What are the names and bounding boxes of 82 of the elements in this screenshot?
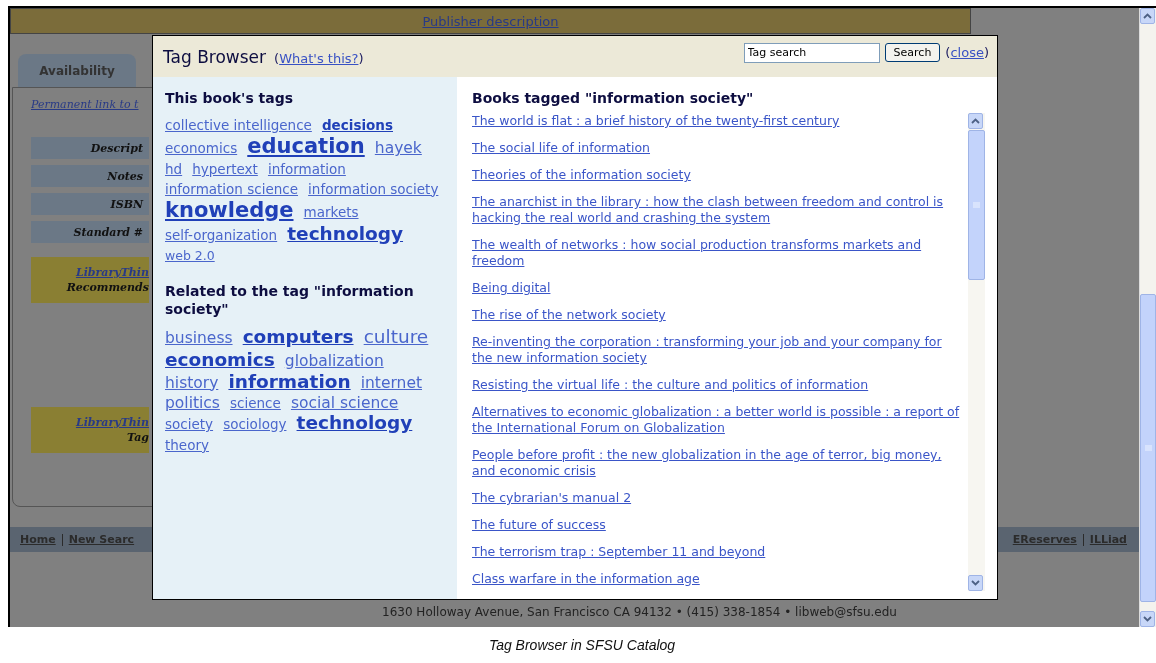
tag-link[interactable]: markets — [303, 203, 359, 220]
book-link[interactable]: The wealth of networks : how social production transforms markets and freedom — [472, 237, 960, 269]
tag-link[interactable]: decisions — [321, 117, 393, 133]
scroll-down-button[interactable] — [1140, 611, 1155, 627]
book-link[interactable]: Class warfare in the information age — [472, 571, 700, 587]
tag-link[interactable]: self-organization — [165, 226, 278, 243]
whats-this-link[interactable]: What's this? — [279, 50, 359, 66]
tag-link[interactable]: information — [228, 370, 351, 392]
tag-link[interactable]: hayek — [374, 139, 422, 158]
nav-link[interactable]: New Searc — [61, 533, 141, 546]
tag-link[interactable]: information — [267, 161, 346, 178]
book-link[interactable]: Being digital — [472, 280, 551, 296]
librarything-link[interactable]: LibraryThin — [75, 416, 149, 429]
librarything-link[interactable]: LibraryThin — [75, 266, 149, 279]
librarything-label: Tag — [127, 431, 149, 444]
book-link[interactable]: The cybrarian's manual 2 — [472, 490, 632, 506]
paren-text: ( — [274, 50, 280, 66]
field-label: Notes — [31, 165, 149, 187]
tag-link[interactable]: information society — [308, 180, 439, 197]
scroll-up-button[interactable] — [968, 113, 983, 129]
section-heading: Related to the tag "information society" — [165, 282, 415, 319]
figure-caption: Tag Browser in SFSU Catalog — [487, 636, 677, 655]
address-text: 1630 Holloway Avenue, San Francisco CA 94132 • (415) 338-1854 • libweb@sfsu.edu — [381, 605, 897, 619]
tag-link[interactable]: economics — [165, 140, 238, 157]
book-link[interactable]: The social life of information — [472, 140, 650, 156]
book-link[interactable]: Resisting the virtual life : the culture and politics of information — [472, 377, 869, 393]
tag-link[interactable]: web 2.0 — [165, 248, 215, 264]
librarything-label: Recommends — [66, 281, 149, 294]
tag-link[interactable]: sociology — [223, 416, 287, 433]
paren-text: ) — [983, 45, 989, 60]
section-heading: This book's tags — [165, 89, 295, 107]
scroll-down-button[interactable] — [968, 575, 983, 591]
book-link[interactable]: The terrorism trap : September 11 and beyond — [472, 544, 766, 560]
tag-link[interactable]: internet — [360, 373, 422, 392]
dialog-title: Tag Browser — [163, 46, 267, 67]
tag-link[interactable]: society — [165, 416, 214, 433]
availability-tab[interactable]: Availability — [18, 54, 136, 87]
tag-link[interactable]: hd — [165, 161, 183, 178]
book-link[interactable]: Re-inventing the corporation : transforming your job and your company for the new information society — [472, 334, 960, 366]
permanent-link[interactable]: Permanent link to t — [31, 98, 139, 111]
close-link[interactable]: close — [950, 45, 984, 60]
book-link[interactable]: People before profit : the new globalization in the age of terror, big money, and economic crisis — [472, 447, 960, 479]
tag-link[interactable]: politics — [165, 393, 220, 412]
chevron-down-icon[interactable] — [1143, 616, 1152, 622]
tag-link[interactable]: history — [165, 373, 219, 392]
scroll-thumb[interactable] — [1140, 294, 1156, 602]
tag-link[interactable]: theory — [165, 436, 209, 453]
tag-link[interactable]: collective intelligence — [165, 117, 312, 133]
chevron-down-icon[interactable] — [971, 580, 980, 586]
tag-link[interactable]: knowledge — [165, 197, 294, 222]
scroll-up-button[interactable] — [1140, 8, 1155, 24]
tag-link[interactable]: culture — [363, 326, 429, 348]
list-scrollbar[interactable] — [968, 113, 985, 591]
tag-link[interactable]: science — [230, 394, 281, 411]
tag-link[interactable]: economics — [165, 348, 275, 370]
book-link[interactable]: Alternatives to economic globalization : a better world is possible : a report of the International Forum on Globalization — [472, 404, 960, 436]
field-label: ISBN — [31, 193, 149, 215]
tag-link[interactable]: globalization — [284, 351, 384, 370]
book-link[interactable]: Theories of the information society — [472, 167, 691, 183]
search-button[interactable]: Search — [884, 43, 941, 62]
chevron-up-icon[interactable] — [971, 118, 980, 124]
paren-text: ) — [358, 50, 364, 66]
field-label: Standard # — [31, 221, 149, 243]
tag-link[interactable]: education — [247, 134, 365, 159]
book-link[interactable]: The rise of the network society — [472, 307, 666, 323]
tag-link[interactable]: computers — [242, 326, 354, 348]
book-link[interactable]: The future of success — [472, 517, 606, 533]
paren-text: ( — [945, 45, 951, 60]
book-link[interactable]: The anarchist in the library : how the clash between freedom and control is hacking the real world and crashing the system — [472, 194, 960, 226]
tag-search-field[interactable]: Tag search — [743, 42, 880, 63]
tag-link[interactable]: social science — [290, 393, 399, 412]
scroll-thumb[interactable] — [968, 130, 985, 280]
tag-link[interactable]: business — [165, 329, 233, 348]
tag-link[interactable]: technology — [296, 412, 413, 434]
section-heading: Books tagged "information society" — [472, 89, 755, 107]
tag-link[interactable]: information science — [165, 180, 298, 197]
chevron-up-icon[interactable] — [1143, 13, 1152, 19]
book-link[interactable]: The world is flat : a brief history of the twenty-first century — [472, 113, 840, 129]
tag-link[interactable]: technology — [287, 222, 404, 244]
tag-link[interactable]: hypertext — [192, 161, 258, 178]
field-label: Descript — [31, 137, 149, 159]
page-scrollbar[interactable] — [1139, 8, 1156, 627]
